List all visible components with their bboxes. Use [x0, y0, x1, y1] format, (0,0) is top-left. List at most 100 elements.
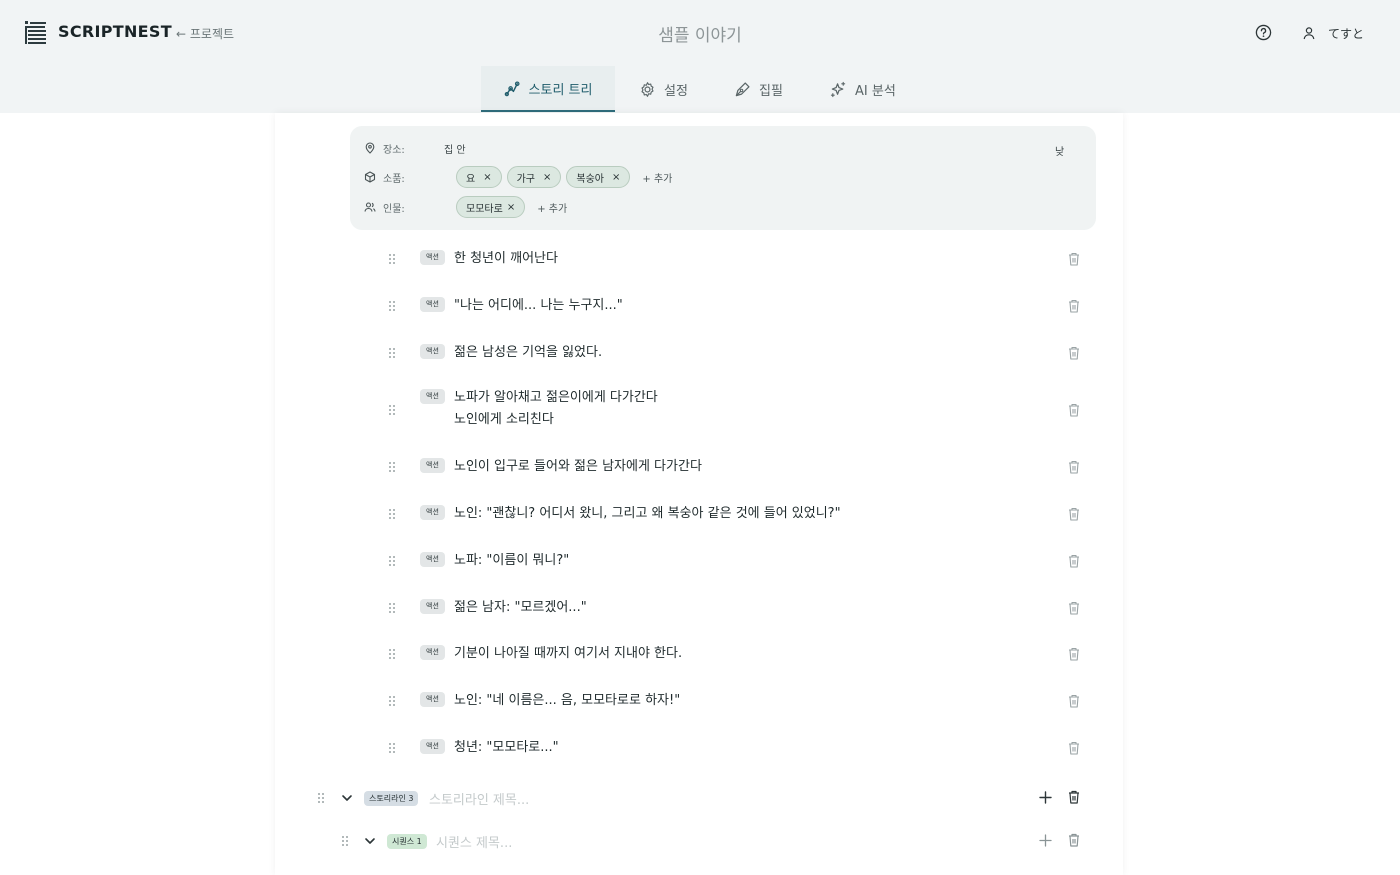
action-row: 액션 젊은 남성은 기억을 잃었다. — [385, 342, 1085, 364]
tab-story-tree[interactable]: 스토리 트리 — [481, 66, 615, 112]
trash-icon[interactable] — [1068, 694, 1080, 708]
remove-chip-icon[interactable]: × — [612, 172, 620, 183]
action-row: 액션 기분이 나아질 때까지 여기서 지내야 한다. — [385, 643, 1085, 665]
action-type-tag[interactable]: 액션 — [420, 645, 445, 660]
trash-icon[interactable] — [1068, 299, 1080, 313]
action-row: 액션 젊은 남자: "모르겠어..." — [385, 597, 1085, 619]
pen-icon — [735, 81, 750, 96]
action-type-tag[interactable]: 액션 — [420, 739, 445, 754]
action-type-tag[interactable]: 액션 — [420, 505, 445, 520]
trash-icon[interactable] — [1068, 252, 1080, 266]
tab-ai-analysis[interactable]: AI 분석 — [830, 66, 896, 112]
tab-label: 스토리 트리 — [528, 82, 593, 98]
user-name: てすと — [1328, 26, 1365, 41]
place-row: 장소: 집 안 — [364, 137, 466, 159]
remove-chip-icon[interactable]: × — [543, 172, 551, 183]
action-text[interactable]: 노인이 입구로 들어와 젊은 남자에게 다가간다 — [454, 456, 702, 478]
place-value[interactable]: 집 안 — [444, 141, 466, 156]
prop-chip: 요 × — [456, 166, 502, 188]
drag-handle-icon[interactable] — [388, 555, 396, 567]
action-row: 액션 노파가 알아채고 젊은이에게 다가간다 노인에게 소리친다 — [385, 387, 1085, 433]
add-person-button[interactable]: + 추가 — [537, 200, 567, 215]
story-tree-icon — [504, 80, 520, 96]
action-row: 액션 노인: "네 이름은... 음, 모모타로로 하자!" — [385, 690, 1085, 712]
drag-handle-icon[interactable] — [388, 648, 396, 660]
action-text[interactable]: 노인: "네 이름은... 음, 모모타로로 하자!" — [454, 690, 680, 712]
action-type-tag[interactable]: 액션 — [420, 458, 445, 473]
action-text[interactable]: "나는 어디에... 나는 누구지..." — [454, 295, 623, 317]
action-row: 액션 노인: "괜찮니? 어디서 왔니, 그리고 왜 복숭아 같은 것에 들어 있… — [385, 503, 1085, 525]
drag-handle-icon[interactable] — [388, 508, 396, 520]
trash-icon[interactable] — [1068, 790, 1080, 804]
trash-icon[interactable] — [1068, 554, 1080, 568]
action-type-tag[interactable]: 액션 — [420, 552, 445, 567]
chip-label: 요 — [466, 173, 476, 185]
user-icon — [1303, 27, 1315, 40]
action-type-tag[interactable]: 액션 — [420, 344, 445, 359]
action-text[interactable]: 노파가 알아채고 젊은이에게 다가간다 노인에게 소리친다 — [454, 387, 658, 431]
trash-icon[interactable] — [1068, 601, 1080, 615]
storyline-title-input[interactable]: 스토리라인 제목... — [429, 789, 529, 808]
add-icon[interactable] — [1039, 834, 1052, 847]
people-row: 인물: 모모타로 × + 추가 — [364, 196, 567, 218]
chip-label: 모모타로 — [466, 203, 503, 215]
trash-icon[interactable] — [1068, 460, 1080, 474]
drag-handle-icon[interactable] — [388, 461, 396, 473]
drag-handle-icon[interactable] — [388, 404, 396, 416]
action-row: 액션 "나는 어디에... 나는 누구지..." — [385, 295, 1085, 317]
action-text[interactable]: 한 청년이 깨어난다 — [454, 248, 558, 270]
action-text[interactable]: 젊은 남성은 기억을 잃었다. — [454, 342, 602, 364]
action-row: 액션 청년: "모모타로..." — [385, 737, 1085, 759]
help-icon[interactable] — [1255, 24, 1272, 41]
trash-icon[interactable] — [1068, 346, 1080, 360]
scene-info-box: 장소: 집 안 낮 소품: 요 × 가구 × 복숭아 × + 추가 인물: 모모타로 ×… — [350, 126, 1096, 230]
trash-icon[interactable] — [1068, 403, 1080, 417]
user-menu[interactable]: てすと — [1302, 24, 1364, 42]
box-icon — [364, 171, 376, 183]
gear-icon — [641, 81, 654, 97]
drag-handle-icon[interactable] — [317, 792, 325, 804]
drag-handle-icon[interactable] — [388, 602, 396, 614]
action-type-tag[interactable]: 액션 — [420, 389, 445, 404]
trash-icon[interactable] — [1068, 507, 1080, 521]
action-type-tag[interactable]: 액션 — [420, 599, 445, 614]
time-of-day[interactable]: 낮 — [1055, 143, 1064, 158]
remove-chip-icon[interactable]: × — [507, 202, 515, 213]
drag-handle-icon[interactable] — [388, 300, 396, 312]
tab-label: 집필 — [759, 83, 783, 99]
chevron-down-icon[interactable] — [364, 836, 376, 846]
sequence-row: 시퀀스 1 시퀀스 제목... — [335, 830, 1090, 852]
prop-chip: 가구 × — [506, 166, 562, 188]
trash-icon[interactable] — [1068, 741, 1080, 755]
props-row: 소품: 요 × 가구 × 복숭아 × + 추가 — [364, 166, 672, 188]
drag-handle-icon[interactable] — [341, 835, 349, 847]
action-text[interactable]: 청년: "모모타로..." — [454, 737, 559, 759]
drag-handle-icon[interactable] — [388, 695, 396, 707]
action-type-tag[interactable]: 액션 — [420, 297, 445, 312]
trash-icon[interactable] — [1068, 647, 1080, 661]
remove-chip-icon[interactable]: × — [483, 172, 491, 183]
top-bar: SCRIPTNEST ← 프로젝트 샘플 이야기 てすと — [0, 0, 1400, 66]
tab-writing[interactable]: 집필 — [734, 66, 783, 112]
person-chip: 모모타로 × — [456, 196, 526, 218]
action-type-tag[interactable]: 액션 — [420, 692, 445, 707]
add-icon[interactable] — [1039, 791, 1052, 804]
chip-label: 복숭아 — [576, 173, 604, 185]
drag-handle-icon[interactable] — [388, 253, 396, 265]
sequence-badge: 시퀀스 1 — [387, 834, 427, 849]
action-text[interactable]: 젊은 남자: "모르겠어..." — [454, 597, 587, 619]
action-text[interactable]: 노파: "이름이 뭐니?" — [454, 550, 569, 572]
sequence-title-input[interactable]: 시퀀스 제목... — [436, 832, 512, 851]
add-prop-button[interactable]: + 추가 — [642, 170, 672, 185]
people-label: 인물: — [383, 203, 405, 215]
action-text[interactable]: 노인: "괜찮니? 어디서 왔니, 그리고 왜 복숭아 같은 것에 들어 있었니… — [454, 503, 841, 525]
action-row: 액션 한 청년이 깨어난다 — [385, 248, 1085, 270]
tab-settings[interactable]: 설정 — [639, 66, 688, 112]
chevron-down-icon[interactable] — [341, 793, 353, 803]
drag-handle-icon[interactable] — [388, 742, 396, 754]
action-type-tag[interactable]: 액션 — [420, 250, 445, 265]
action-text[interactable]: 기분이 나아질 때까지 여기서 지내야 한다. — [454, 643, 682, 665]
place-label: 장소: — [383, 144, 405, 156]
drag-handle-icon[interactable] — [388, 347, 396, 359]
trash-icon[interactable] — [1068, 833, 1080, 847]
